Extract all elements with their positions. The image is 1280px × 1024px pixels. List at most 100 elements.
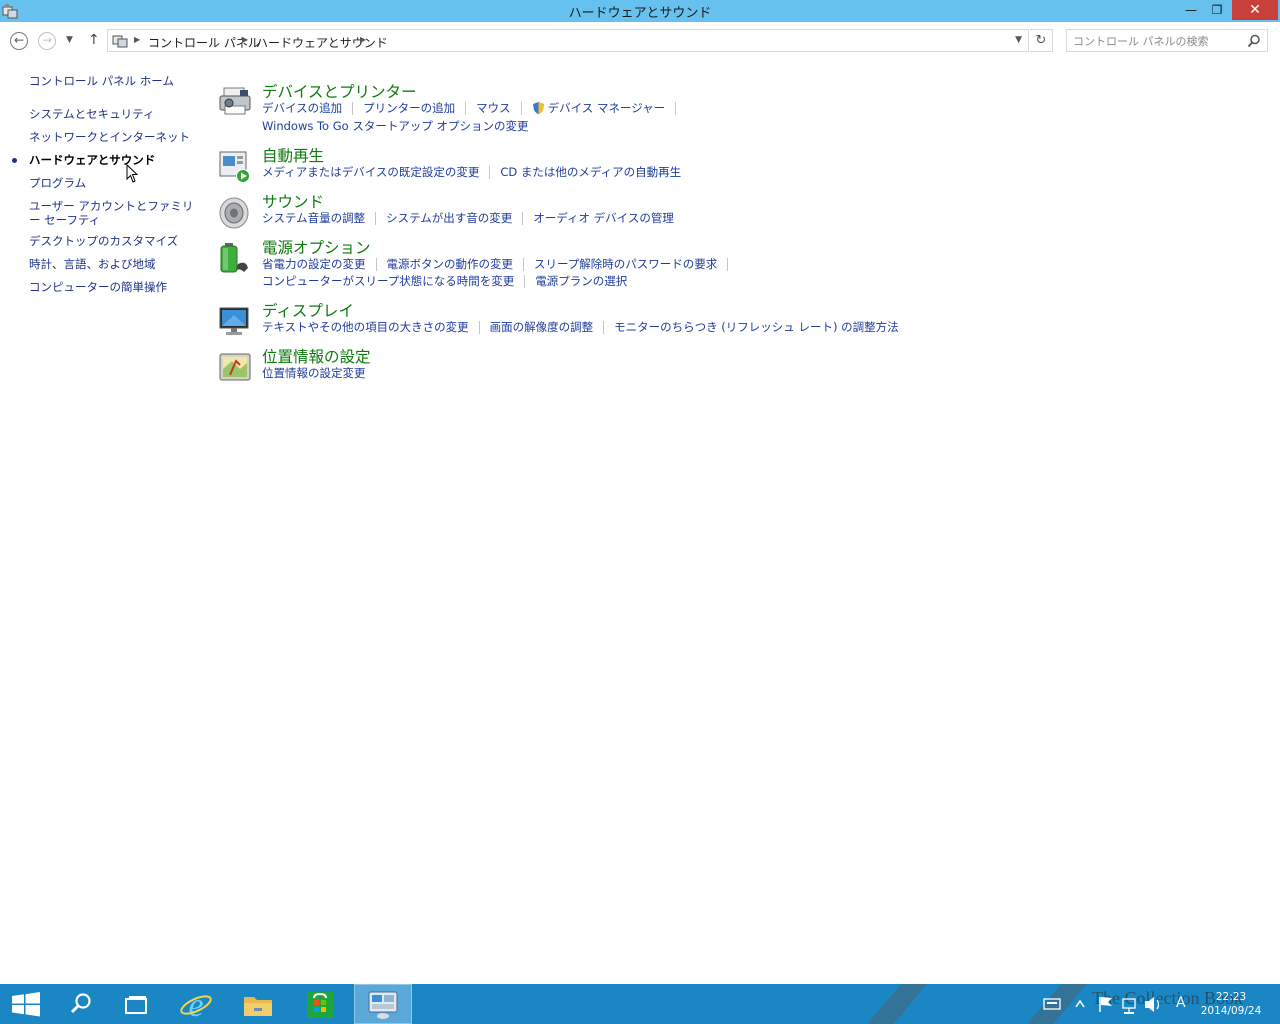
search-icon <box>70 993 91 1014</box>
display-icon[interactable] <box>218 305 252 339</box>
link-require-password-wake[interactable]: スリープ解除時のパスワードの要求 <box>534 256 717 272</box>
link-row: Windows To Go スタートアップ オプションの変更 <box>262 118 529 134</box>
link-separator <box>522 211 524 225</box>
autoplay-icon[interactable] <box>218 150 252 184</box>
link-separator <box>727 257 729 271</box>
sidebar-item-programs[interactable]: プログラム <box>29 176 194 190</box>
speaker-icon[interactable] <box>218 196 252 230</box>
control-panel-icon <box>112 35 128 48</box>
link-power-button-action[interactable]: 電源ボタンの動作の変更 <box>387 256 514 272</box>
link-separator <box>352 101 354 115</box>
link-windows-to-go[interactable]: Windows To Go スタートアップ オプションの変更 <box>262 118 529 134</box>
link-refresh-rate[interactable]: モニターのちらつき (リフレッシュ レート) の調整方法 <box>614 319 898 335</box>
sidebar-item-personalization[interactable]: デスクトップのカスタマイズ <box>29 234 194 248</box>
link-add-printer[interactable]: プリンターの追加 <box>363 100 455 116</box>
link-change-power-saving[interactable]: 省電力の設定の変更 <box>262 256 366 272</box>
sidebar-item-control-panel-home[interactable]: コントロール パネル ホーム <box>29 74 194 88</box>
battery-icon[interactable] <box>218 242 252 276</box>
link-change-system-sounds[interactable]: システムが出す音の変更 <box>386 210 512 226</box>
breadcrumb-separator[interactable]: ▶ <box>360 35 366 44</box>
internet-explorer-button[interactable]: e <box>168 984 224 1024</box>
control-panel-icon <box>368 991 398 1019</box>
breadcrumb-separator[interactable]: ▶ <box>242 35 248 44</box>
taskbar-decoration <box>850 984 936 1024</box>
clock-date: 2014/09/24 <box>1200 1005 1262 1017</box>
file-explorer-icon <box>244 997 272 1016</box>
file-explorer-button[interactable] <box>230 984 286 1024</box>
search-box[interactable] <box>1066 29 1268 52</box>
close-button[interactable]: ✕ <box>1232 0 1278 20</box>
task-view-button[interactable] <box>108 984 164 1024</box>
address-dropdown[interactable]: ▼ <box>1015 35 1022 45</box>
link-row: テキストやその他の項目の大きさの変更 画面の解像度の調整 モニターのちらつき (… <box>262 319 899 335</box>
search-input[interactable] <box>1073 33 1243 49</box>
category-title[interactable]: ディスプレイ <box>262 299 354 321</box>
ime-indicator[interactable]: A <box>1176 995 1186 1011</box>
forward-button[interactable]: → <box>38 32 56 50</box>
sidebar-item-ease-of-access[interactable]: コンピューターの簡単操作 <box>29 280 194 294</box>
search-button[interactable] <box>52 984 108 1024</box>
breadcrumb-hardware-sound[interactable]: ハードウェアとサウンド <box>256 34 388 51</box>
sidebar-item-network-internet[interactable]: ネットワークとインターネット <box>29 130 194 144</box>
link-screen-resolution[interactable]: 画面の解像度の調整 <box>490 319 594 335</box>
network-icon <box>1122 998 1136 1014</box>
system-tray <box>1043 997 1160 1014</box>
link-mouse[interactable]: マウス <box>476 100 511 116</box>
back-button[interactable]: ← <box>10 32 28 50</box>
breadcrumb-separator[interactable]: ▶ <box>134 35 140 44</box>
sidebar-item-hardware-sound[interactable]: ハードウェアとサウンド <box>29 153 194 167</box>
action-center-flag-icon <box>1099 997 1112 1012</box>
link-separator <box>465 101 467 115</box>
link-change-default-media[interactable]: メディアまたはデバイスの既定設定の変更 <box>262 164 479 180</box>
restore-button[interactable]: ❐ <box>1204 0 1230 20</box>
store-button[interactable] <box>292 984 348 1024</box>
refresh-button[interactable]: ↻ <box>1030 29 1053 52</box>
category-title[interactable]: 自動再生 <box>262 144 324 166</box>
link-separator <box>375 257 377 271</box>
show-hidden-icons-icon <box>1075 999 1085 1008</box>
volume-icon <box>1145 997 1160 1012</box>
minimize-button[interactable]: — <box>1178 0 1204 20</box>
sidebar-item-clock-language-region[interactable]: 時計、言語、および地域 <box>29 257 194 271</box>
search-icon[interactable] <box>1247 34 1261 48</box>
printer-icon[interactable] <box>218 86 252 120</box>
link-choose-power-plan[interactable]: 電源プランの選択 <box>535 273 627 289</box>
control-panel-taskbar-button[interactable] <box>354 984 412 1024</box>
link-row: メディアまたはデバイスの既定設定の変更 CD または他のメディアの自動再生 <box>262 164 681 180</box>
address-bar[interactable]: ▶ コントロール パネル ▶ ハードウェアとサウンド ▶ ▼ <box>107 29 1029 52</box>
task-view-icon <box>125 996 147 1014</box>
link-add-device[interactable]: デバイスの追加 <box>262 100 342 116</box>
link-text-size[interactable]: テキストやその他の項目の大きさの変更 <box>262 319 469 335</box>
link-sleep-time[interactable]: コンピューターがスリープ状態になる時間を変更 <box>262 273 514 289</box>
category-title[interactable]: 電源オプション <box>262 236 371 258</box>
store-icon <box>307 992 333 1018</box>
svg-text:e: e <box>188 987 203 1024</box>
sidebar-item-user-accounts[interactable]: ユーザー アカウントとファミリー セーフティ <box>29 199 194 227</box>
windows-logo-icon <box>12 992 40 1017</box>
category-title[interactable]: デバイスとプリンター <box>262 80 417 102</box>
recent-locations-dropdown[interactable]: ▼ <box>66 35 73 45</box>
link-row: 位置情報の設定変更 <box>262 365 366 381</box>
link-adjust-volume[interactable]: システム音量の調整 <box>262 210 365 226</box>
start-button[interactable] <box>0 984 56 1024</box>
link-row: 省電力の設定の変更 電源ボタンの動作の変更 スリープ解除時のパスワードの要求 <box>262 256 738 272</box>
window-title: ハードウェアとサウンド <box>568 6 712 21</box>
clock[interactable]: 22:23 2014/09/24 <box>1196 990 1266 1018</box>
link-separator <box>524 274 526 288</box>
keyboard-icon <box>1043 998 1061 1010</box>
category-title[interactable]: 位置情報の設定 <box>262 345 371 367</box>
active-bullet <box>12 158 17 163</box>
link-device-manager[interactable]: デバイス マネージャー <box>548 100 666 116</box>
link-manage-audio-devices[interactable]: オーディオ デバイスの管理 <box>533 210 674 226</box>
link-change-location-settings[interactable]: 位置情報の設定変更 <box>262 365 366 381</box>
up-button[interactable]: ↑ <box>88 32 100 48</box>
mouse-cursor-icon <box>126 164 139 183</box>
navigation-bar: ← → ▼ ↑ ▶ コントロール パネル ▶ ハードウェアとサウンド ▶ ▼ ↻ <box>0 26 1280 56</box>
link-row: デバイスの追加 プリンターの追加 マウス デバイス マネージャー <box>262 100 686 116</box>
sidebar-item-system-security[interactable]: システムとセキュリティ <box>29 107 194 121</box>
location-icon[interactable] <box>218 351 252 385</box>
category-title[interactable]: サウンド <box>262 190 324 212</box>
link-cd-autoplay[interactable]: CD または他のメディアの自動再生 <box>500 164 681 180</box>
link-separator <box>478 320 480 334</box>
clock-time: 22:23 <box>1215 991 1247 1003</box>
